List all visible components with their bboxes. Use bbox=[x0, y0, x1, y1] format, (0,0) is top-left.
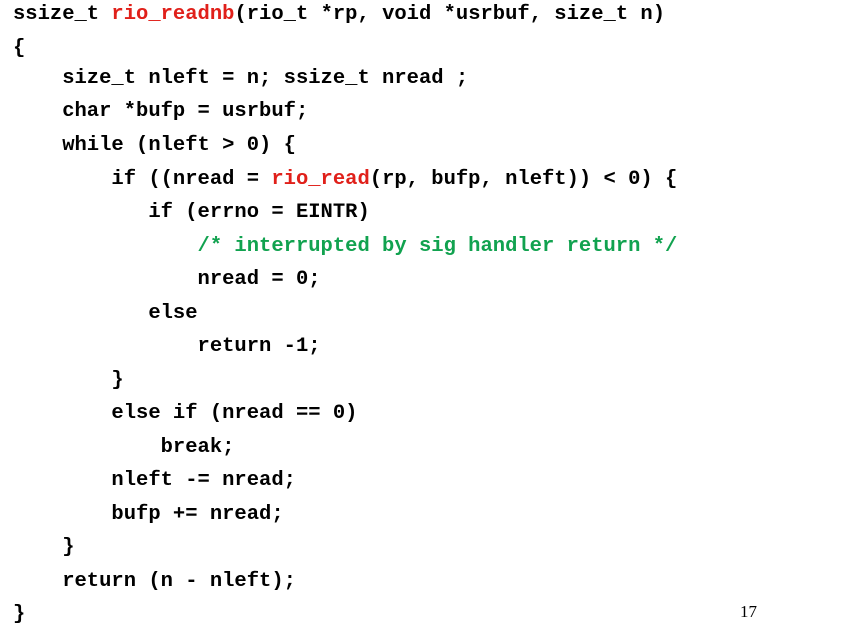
code-text: nread = 0; bbox=[13, 268, 321, 291]
code-text: nleft -= nread; bbox=[13, 469, 296, 492]
code-text: break; bbox=[13, 436, 235, 459]
code-line: size_t nleft = n; ssize_t nread ; bbox=[13, 64, 468, 94]
function-name: rio_read bbox=[271, 168, 370, 191]
function-name: rio_readnb bbox=[111, 3, 235, 26]
code-line: { bbox=[13, 34, 25, 64]
code-text: } bbox=[13, 603, 26, 626]
code-text: size_t nleft = n; ssize_t nread ; bbox=[13, 67, 469, 90]
code-line: ssize_t rio_readnb(rio_t *rp, void *usrb… bbox=[13, 0, 665, 30]
code-line: return -1; bbox=[13, 332, 321, 362]
code-comment: /* interrupted by sig handler return */ bbox=[197, 235, 678, 258]
code-text: ssize_t bbox=[13, 3, 112, 26]
code-line: else bbox=[13, 299, 198, 329]
code-text: char *bufp = usrbuf; bbox=[13, 100, 309, 123]
code-text: if (errno = EINTR) bbox=[13, 201, 370, 224]
code-block: ssize_t rio_readnb(rio_t *rp, void *usrb… bbox=[0, 0, 855, 626]
code-line: nleft -= nread; bbox=[13, 466, 296, 496]
code-text: return -1; bbox=[13, 335, 321, 358]
code-line: break; bbox=[13, 433, 235, 463]
code-text: while (nleft > 0) { bbox=[13, 134, 296, 157]
code-line: if ((nread = rio_read(rp, bufp, nleft)) … bbox=[13, 165, 677, 195]
code-text: (rp, bufp, nleft)) < 0) { bbox=[369, 168, 678, 191]
code-line: } bbox=[13, 600, 25, 630]
code-line: nread = 0; bbox=[13, 265, 321, 295]
code-text: else bbox=[13, 302, 198, 325]
code-text: } bbox=[13, 369, 124, 392]
code-line: char *bufp = usrbuf; bbox=[13, 97, 308, 127]
code-text: else if (nread == 0) bbox=[13, 402, 358, 425]
page-number: 17 bbox=[740, 602, 757, 621]
code-line: bufp += nread; bbox=[13, 500, 284, 530]
code-line: else if (nread == 0) bbox=[13, 399, 357, 429]
code-text: (rio_t *rp, void *usrbuf, size_t n) bbox=[234, 3, 666, 26]
code-line: if (errno = EINTR) bbox=[13, 198, 370, 228]
code-text: if ((nread = bbox=[13, 168, 272, 191]
code-line: return (n - nleft); bbox=[13, 567, 296, 597]
code-line: /* interrupted by sig handler return */ bbox=[13, 232, 678, 262]
code-line: } bbox=[13, 533, 75, 563]
code-text: } bbox=[13, 536, 75, 559]
code-text: { bbox=[13, 37, 26, 60]
code-line: while (nleft > 0) { bbox=[13, 131, 296, 161]
code-text: return (n - nleft); bbox=[13, 570, 296, 593]
code-line: } bbox=[13, 366, 124, 396]
code-text: bufp += nread; bbox=[13, 503, 284, 526]
